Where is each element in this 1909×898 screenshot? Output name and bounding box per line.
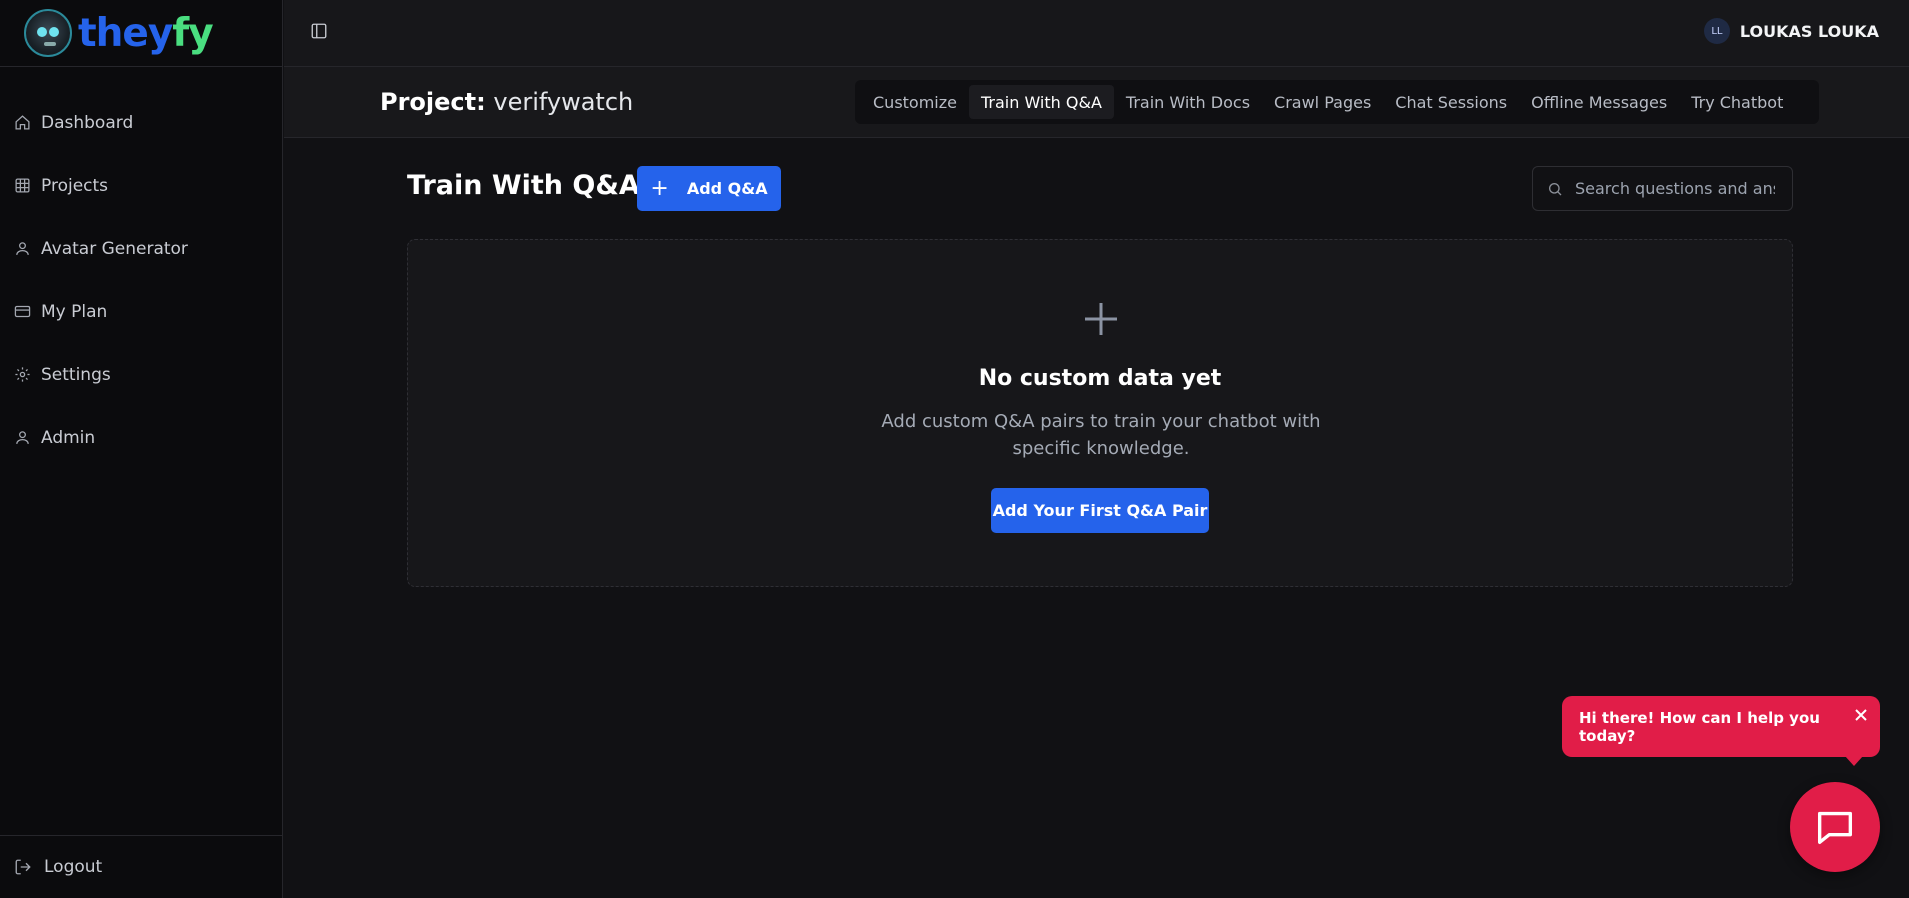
tab-crawl-pages[interactable]: Crawl Pages [1262, 85, 1383, 119]
gear-icon [15, 367, 30, 382]
page-title: Train With Q&A [407, 170, 640, 201]
search-icon [1549, 182, 1562, 195]
empty-state-title: No custom data yet [978, 366, 1222, 391]
add-qa-label: Add Q&A [686, 179, 768, 198]
chat-greeting-bubble[interactable]: Hi there! How can I help you today? [1562, 696, 1880, 766]
empty-state: No custom data yet Add custom Q&A pairs … [407, 239, 1793, 587]
sidebar-item-avatar-generator[interactable]: Avatar Generator [0, 217, 282, 280]
chat-launcher-button[interactable] [1790, 782, 1880, 872]
project-bar: Project: verifywatch Customize Train Wit… [284, 67, 1909, 138]
logout-label: Logout [44, 857, 103, 877]
logout-icon [15, 859, 31, 875]
project-tabs: Customize Train With Q&A Train With Docs… [855, 80, 1819, 124]
sidebar: theyfy Dashboard Projects Avatar Generat… [0, 0, 283, 898]
user-menu[interactable]: LL LOUKAS LOUKA [1703, 18, 1879, 44]
plus-icon [1082, 300, 1120, 338]
sidebar-item-my-plan[interactable]: My Plan [0, 280, 282, 343]
add-first-qa-button[interactable]: Add Your First Q&A Pair [991, 488, 1209, 533]
search-box [1532, 166, 1793, 211]
brand-name: theyfy [78, 10, 214, 56]
user-name: LOUKAS LOUKA [1739, 21, 1879, 41]
close-icon[interactable] [1854, 708, 1868, 722]
avatar: LL [1703, 18, 1730, 44]
plus-icon: + [650, 176, 669, 201]
sidebar-nav: Dashboard Projects Avatar Generator My P… [0, 67, 282, 469]
chat-icon [1817, 811, 1853, 845]
sidebar-item-label: Admin [41, 427, 96, 448]
top-bar: LL LOUKAS LOUKA [284, 0, 1909, 67]
sidebar-item-label: Dashboard [41, 112, 134, 133]
sidebar-item-label: Avatar Generator [41, 238, 188, 259]
add-qa-button[interactable]: + Add Q&A [637, 166, 781, 211]
sidebar-item-projects[interactable]: Projects [0, 154, 282, 217]
robot-logo-icon [24, 9, 72, 57]
sidebar-item-admin[interactable]: Admin [0, 406, 282, 469]
sidebar-item-dashboard[interactable]: Dashboard [0, 91, 282, 154]
tab-customize[interactable]: Customize [861, 85, 969, 119]
sidebar-item-label: Settings [41, 364, 111, 385]
tab-offline-messages[interactable]: Offline Messages [1519, 85, 1679, 119]
project-title: Project: verifywatch [380, 88, 633, 116]
brand-logo[interactable]: theyfy [0, 0, 282, 67]
sidebar-toggle-button[interactable] [310, 22, 328, 40]
tab-chat-sessions[interactable]: Chat Sessions [1383, 85, 1519, 119]
logout-button[interactable]: Logout [0, 835, 283, 898]
project-name: verifywatch [493, 88, 634, 116]
credit-card-icon [14, 305, 31, 318]
sidebar-item-settings[interactable]: Settings [0, 343, 282, 406]
chat-greeting-text: Hi there! How can I help you today? [1579, 708, 1820, 745]
grid-icon [15, 178, 30, 193]
tab-train-with-qa[interactable]: Train With Q&A [968, 85, 1114, 119]
sidebar-item-label: My Plan [41, 301, 108, 322]
tab-train-with-docs[interactable]: Train With Docs [1114, 85, 1262, 119]
project-prefix: Project: [380, 88, 486, 116]
panel-left-icon [311, 23, 327, 39]
search-input[interactable] [1575, 179, 1775, 198]
user-icon [16, 242, 29, 255]
tab-try-chatbot[interactable]: Try Chatbot [1679, 85, 1795, 119]
user-icon [16, 431, 29, 444]
empty-state-description: Add custom Q&A pairs to train your chatb… [881, 411, 1321, 459]
sidebar-item-label: Projects [41, 175, 109, 196]
home-icon [15, 115, 30, 130]
